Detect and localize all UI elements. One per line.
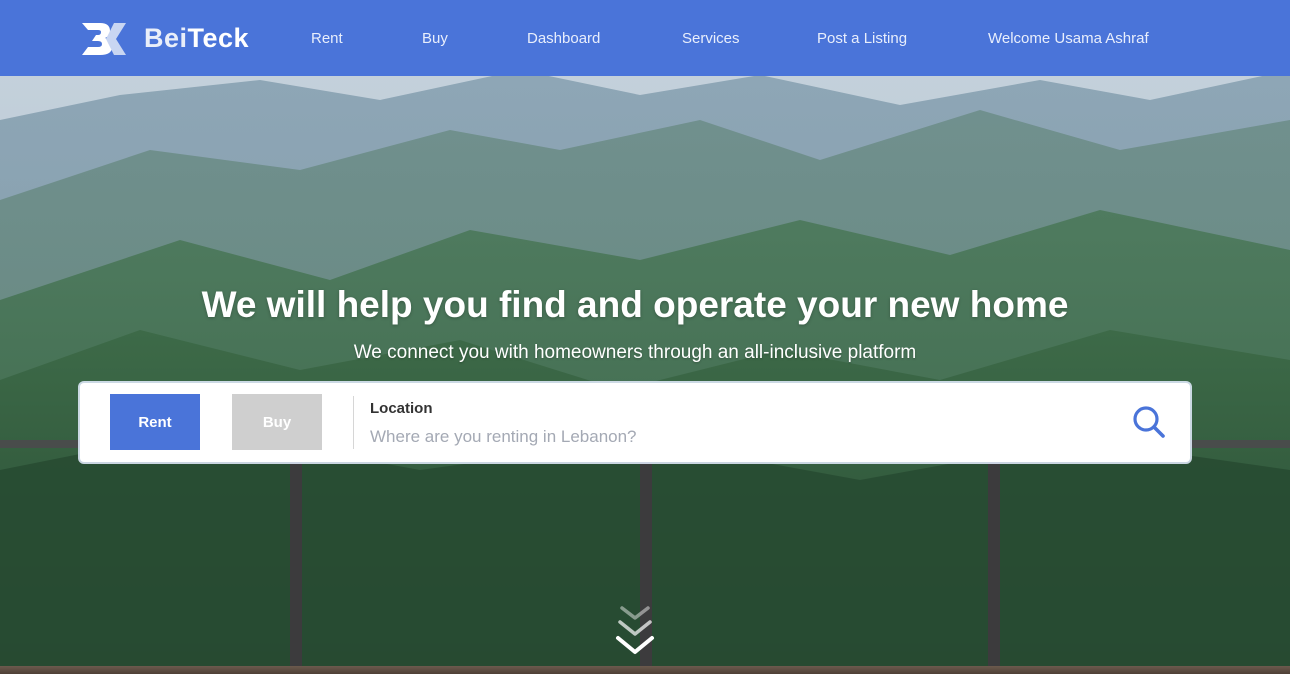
scroll-down-button[interactable] [614, 604, 656, 658]
brand-name: BeiTeck [144, 23, 249, 54]
nav-post-listing[interactable]: Post a Listing [817, 30, 907, 47]
bk-logo-icon [82, 23, 126, 55]
location-input[interactable] [370, 425, 1070, 449]
top-navbar: BeiTeck Rent Buy Dashboard Services Post… [0, 0, 1290, 76]
hero-background [0, 0, 1290, 674]
brand-logo[interactable]: BeiTeck [80, 18, 249, 58]
brand-name-part1: Bei [144, 22, 188, 53]
search-button[interactable] [1130, 403, 1170, 443]
nav-buy[interactable]: Buy [422, 30, 448, 47]
search-box: Rent Buy Location [80, 383, 1190, 462]
rent-mode-button[interactable]: Rent [110, 394, 200, 450]
mountain-landscape-image [0, 0, 1290, 674]
buy-mode-button[interactable]: Buy [232, 394, 322, 450]
nav-rent[interactable]: Rent [311, 30, 343, 47]
hero-subtitle: We connect you with homeowners through a… [353, 342, 917, 363]
location-label: Location [370, 400, 433, 417]
hero-title: We will help you find and operate your n… [201, 284, 1069, 325]
search-icon [1133, 406, 1165, 438]
nav-user-welcome[interactable]: Welcome Usama Ashraf [988, 30, 1149, 47]
search-divider [353, 396, 354, 449]
nav-dashboard[interactable]: Dashboard [527, 30, 600, 47]
nav-services[interactable]: Services [682, 30, 740, 47]
deck-floor [0, 666, 1290, 674]
brand-name-part2: Teck [187, 22, 250, 53]
chevron-double-down-icon [616, 606, 654, 654]
